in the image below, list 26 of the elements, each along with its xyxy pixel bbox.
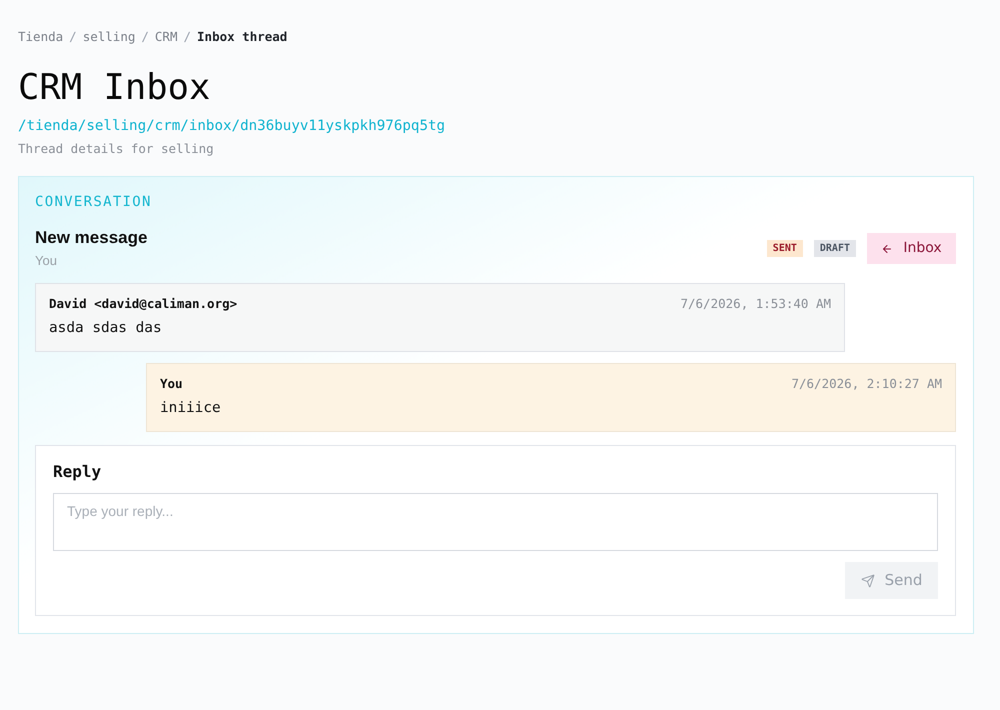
status-badge: SENT xyxy=(766,240,803,257)
send-icon xyxy=(860,574,875,588)
page-subtitle: Thread details for selling xyxy=(18,140,214,158)
message-body: iniiice xyxy=(160,399,221,418)
message-sender: You xyxy=(160,375,183,393)
breadcrumb-separator: / xyxy=(141,28,149,46)
reply-heading: Reply xyxy=(53,461,102,483)
breadcrumb-separator: / xyxy=(69,28,77,46)
page-title: CRM Inbox xyxy=(18,68,210,108)
thread-participant: You xyxy=(35,252,57,270)
message-body: asda sdas das xyxy=(49,319,162,338)
arrow-left-icon xyxy=(881,242,894,254)
breadcrumb-link[interactable]: selling xyxy=(82,28,136,46)
breadcrumb-current[interactable]: Inbox thread xyxy=(197,28,288,46)
message-time: 7/6/2026, 2:10:27 AM xyxy=(791,375,942,393)
breadcrumb-separator: / xyxy=(183,28,192,46)
back-to-inbox-button[interactable]: Inbox xyxy=(867,233,956,264)
thread-subject: New message xyxy=(35,227,148,249)
section-heading: CONVERSATION xyxy=(35,193,152,212)
status-badge: DRAFT xyxy=(814,240,856,257)
message-time: 7/6/2026, 1:53:40 AM xyxy=(680,295,831,313)
page-path: /tienda/selling/crm/inbox/dn36buyv11yskpkh976pq5tg xyxy=(18,117,446,136)
message-sender: David <david@caliman.org> xyxy=(49,295,238,313)
reply-input[interactable]: Type your reply... xyxy=(53,493,938,551)
breadcrumb-link[interactable]: Tienda xyxy=(18,28,64,46)
breadcrumb-link[interactable]: CRM xyxy=(154,28,178,46)
